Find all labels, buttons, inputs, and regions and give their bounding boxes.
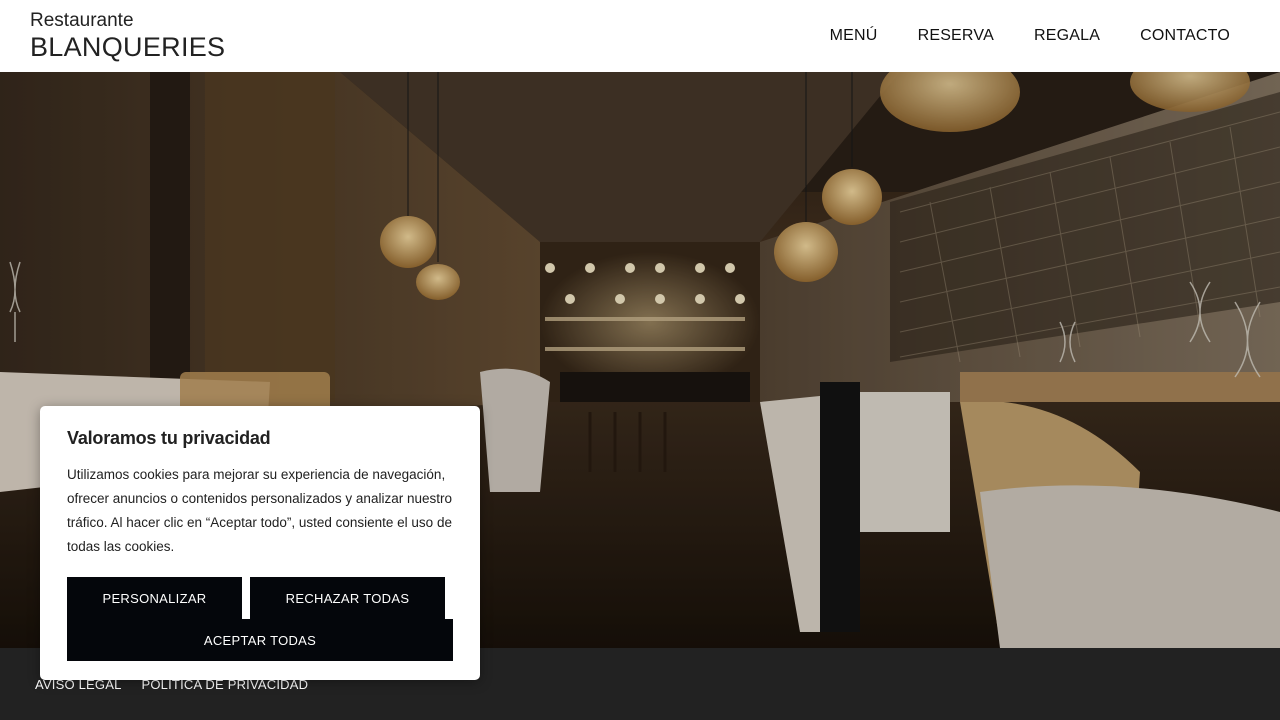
logo-subtitle: Restaurante: [30, 10, 134, 31]
cookie-dialog-text: Utilizamos cookies para mejorar su exper…: [67, 467, 452, 554]
customize-button[interactable]: PERSONALIZAR: [67, 577, 242, 619]
nav-item-reserva[interactable]: RESERVA: [918, 27, 994, 45]
accept-all-button[interactable]: ACEPTAR TODAS: [67, 619, 453, 661]
nav-item-regala[interactable]: REGALA: [1034, 27, 1100, 45]
site-logo[interactable]: Restaurante BLANQUERIES: [30, 11, 225, 61]
logo-title: BLANQUERIES: [30, 32, 226, 62]
nav-item-contacto[interactable]: CONTACTO: [1140, 27, 1230, 45]
main-nav: MENÚ RESERVA REGALA CONTACTO: [830, 27, 1230, 45]
cookie-dialog-title: Valoramos tu privacidad: [67, 428, 271, 448]
site-header: Restaurante BLANQUERIES MENÚ RESERVA REG…: [0, 0, 1280, 72]
cookie-consent-dialog: Valoramos tu privacidad Utilizamos cooki…: [40, 406, 480, 680]
reject-all-button[interactable]: RECHAZAR TODAS: [250, 577, 445, 619]
cookie-button-row: PERSONALIZAR RECHAZAR TODAS: [67, 577, 453, 619]
nav-item-menu[interactable]: MENÚ: [830, 27, 878, 45]
